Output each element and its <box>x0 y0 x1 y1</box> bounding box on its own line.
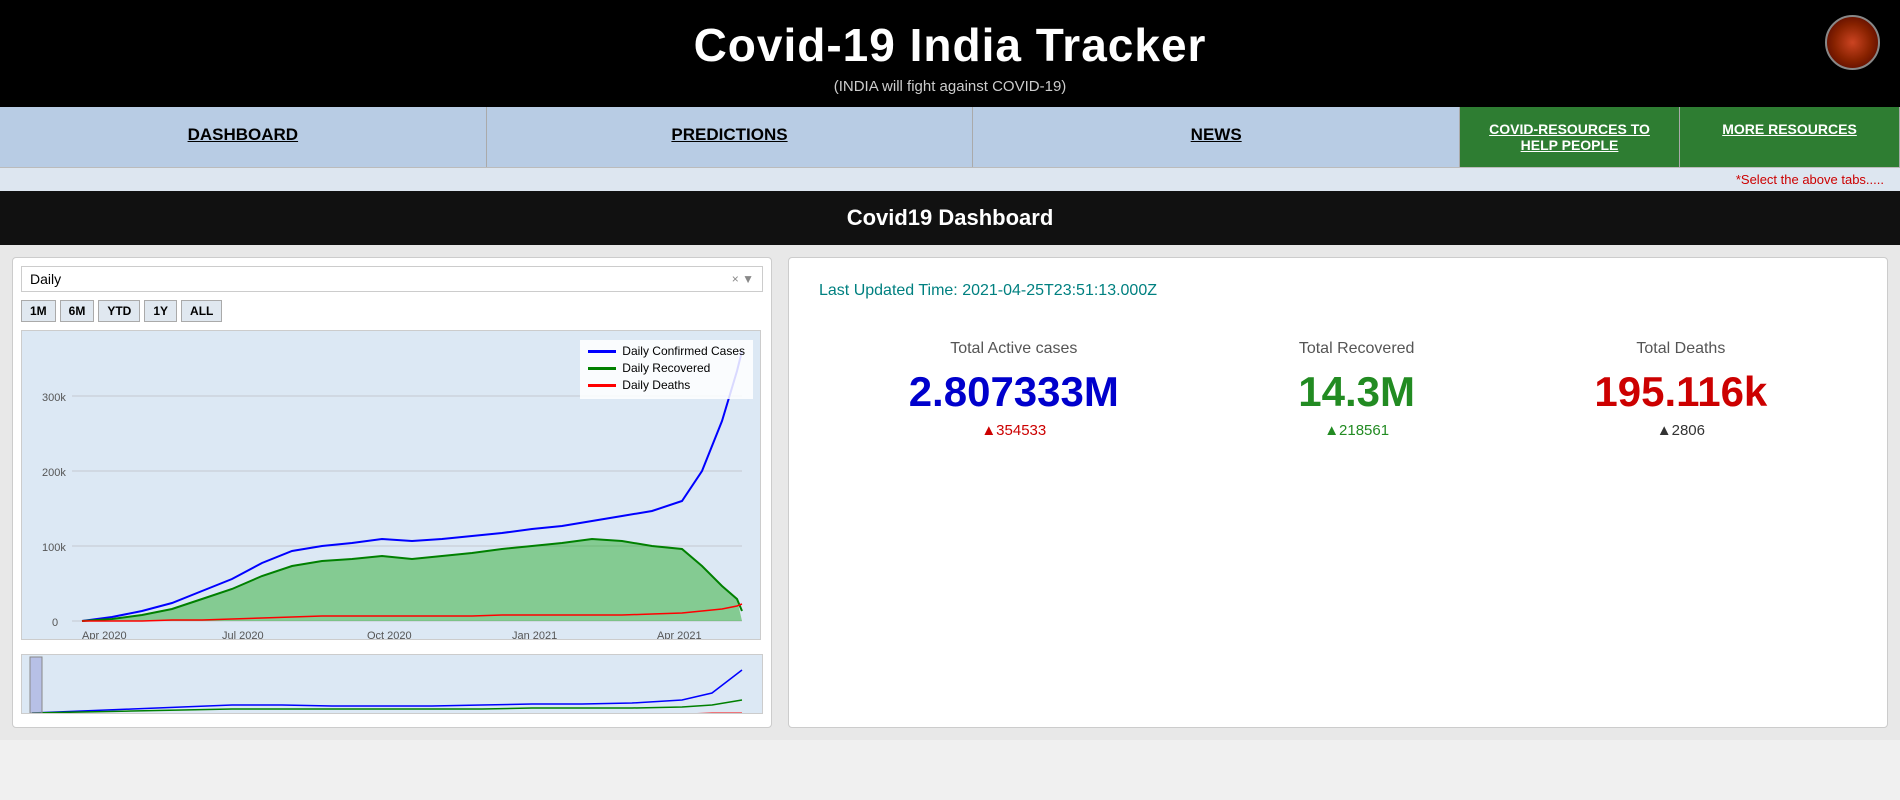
stat-deaths-delta: ▲2806 <box>1594 422 1767 439</box>
nav-predictions[interactable]: PREDICTIONS <box>487 107 974 167</box>
legend-confirmed-line <box>588 350 616 353</box>
legend-confirmed-label: Daily Confirmed Cases <box>622 344 745 358</box>
stat-deaths-label: Total Deaths <box>1594 340 1767 358</box>
nav-bar: DASHBOARD PREDICTIONS NEWS COVID-RESOURC… <box>0 107 1900 168</box>
stat-recovered: Total Recovered 14.3M ▲218561 <box>1298 340 1415 439</box>
stat-active-value: 2.807333M <box>909 368 1119 416</box>
legend-recovered: Daily Recovered <box>588 361 745 375</box>
svg-text:Apr 2021: Apr 2021 <box>657 630 702 640</box>
svg-text:Jan 2021: Jan 2021 <box>512 630 557 640</box>
time-btn-all[interactable]: ALL <box>181 300 222 322</box>
stats-panel: Last Updated Time: 2021-04-25T23:51:13.0… <box>788 257 1888 728</box>
stat-recovered-delta: ▲218561 <box>1298 422 1415 439</box>
nav-hint: *Select the above tabs..... <box>0 168 1900 191</box>
stat-active-label: Total Active cases <box>909 340 1119 358</box>
stat-recovered-label: Total Recovered <box>1298 340 1415 358</box>
stats-row: Total Active cases 2.807333M ▲354533 Tot… <box>819 340 1857 439</box>
chart-panel: Daily × ▼ 1M 6M YTD 1Y ALL 0 100k 200k 3… <box>12 257 772 728</box>
nav-covid-resources[interactable]: COVID-RESOURCES TO HELP PEOPLE <box>1460 107 1680 167</box>
legend-confirmed: Daily Confirmed Cases <box>588 344 745 358</box>
svg-text:Oct 2020: Oct 2020 <box>367 630 412 640</box>
dashboard-title: Covid19 Dashboard <box>847 205 1054 230</box>
stat-active-delta: ▲354533 <box>909 422 1119 439</box>
page-title: Covid-19 India Tracker <box>20 18 1880 72</box>
svg-text:100k: 100k <box>42 542 66 554</box>
chart-legend: Daily Confirmed Cases Daily Recovered Da… <box>580 340 753 399</box>
time-btn-1m[interactable]: 1M <box>21 300 56 322</box>
legend-deaths-label: Daily Deaths <box>622 378 690 392</box>
svg-text:300k: 300k <box>42 392 66 404</box>
svg-text:200k: 200k <box>42 467 66 479</box>
nav-dashboard[interactable]: DASHBOARD <box>0 107 487 167</box>
time-btn-ytd[interactable]: YTD <box>98 300 140 322</box>
svg-text:0: 0 <box>52 617 58 629</box>
svg-text:Apr 2020: Apr 2020 <box>82 630 127 640</box>
chart-dropdown-label: Daily <box>30 271 732 287</box>
chart-area: 0 100k 200k 300k Apr 2020 Jul 2020 Oct 2… <box>21 330 763 650</box>
time-buttons: 1M 6M YTD 1Y ALL <box>21 300 763 322</box>
stat-deaths-value: 195.116k <box>1594 368 1767 416</box>
legend-deaths-line <box>588 384 616 387</box>
covid-logo <box>1825 15 1880 70</box>
header-subtitle: (INDIA will fight against COVID-19) <box>20 78 1880 95</box>
main-content: Daily × ▼ 1M 6M YTD 1Y ALL 0 100k 200k 3… <box>0 245 1900 740</box>
dashboard-title-bar: Covid19 Dashboard <box>0 191 1900 245</box>
stat-deaths: Total Deaths 195.116k ▲2806 <box>1594 340 1767 439</box>
stat-active: Total Active cases 2.807333M ▲354533 <box>909 340 1119 439</box>
nav-more-resources[interactable]: MORE RESOURCES <box>1680 107 1900 167</box>
mini-chart-svg <box>21 654 763 714</box>
stat-recovered-value: 14.3M <box>1298 368 1415 416</box>
time-btn-6m[interactable]: 6M <box>60 300 95 322</box>
last-updated: Last Updated Time: 2021-04-25T23:51:13.0… <box>819 282 1857 300</box>
svg-text:Jul 2020: Jul 2020 <box>222 630 264 640</box>
header: Covid-19 India Tracker (INDIA will fight… <box>0 0 1900 107</box>
legend-deaths: Daily Deaths <box>588 378 745 392</box>
nav-news[interactable]: NEWS <box>973 107 1460 167</box>
time-btn-1y[interactable]: 1Y <box>144 300 177 322</box>
legend-recovered-line <box>588 367 616 370</box>
chart-dropdown[interactable]: Daily × ▼ <box>21 266 763 292</box>
chart-dropdown-controls[interactable]: × ▼ <box>732 272 754 286</box>
legend-recovered-label: Daily Recovered <box>622 361 710 375</box>
